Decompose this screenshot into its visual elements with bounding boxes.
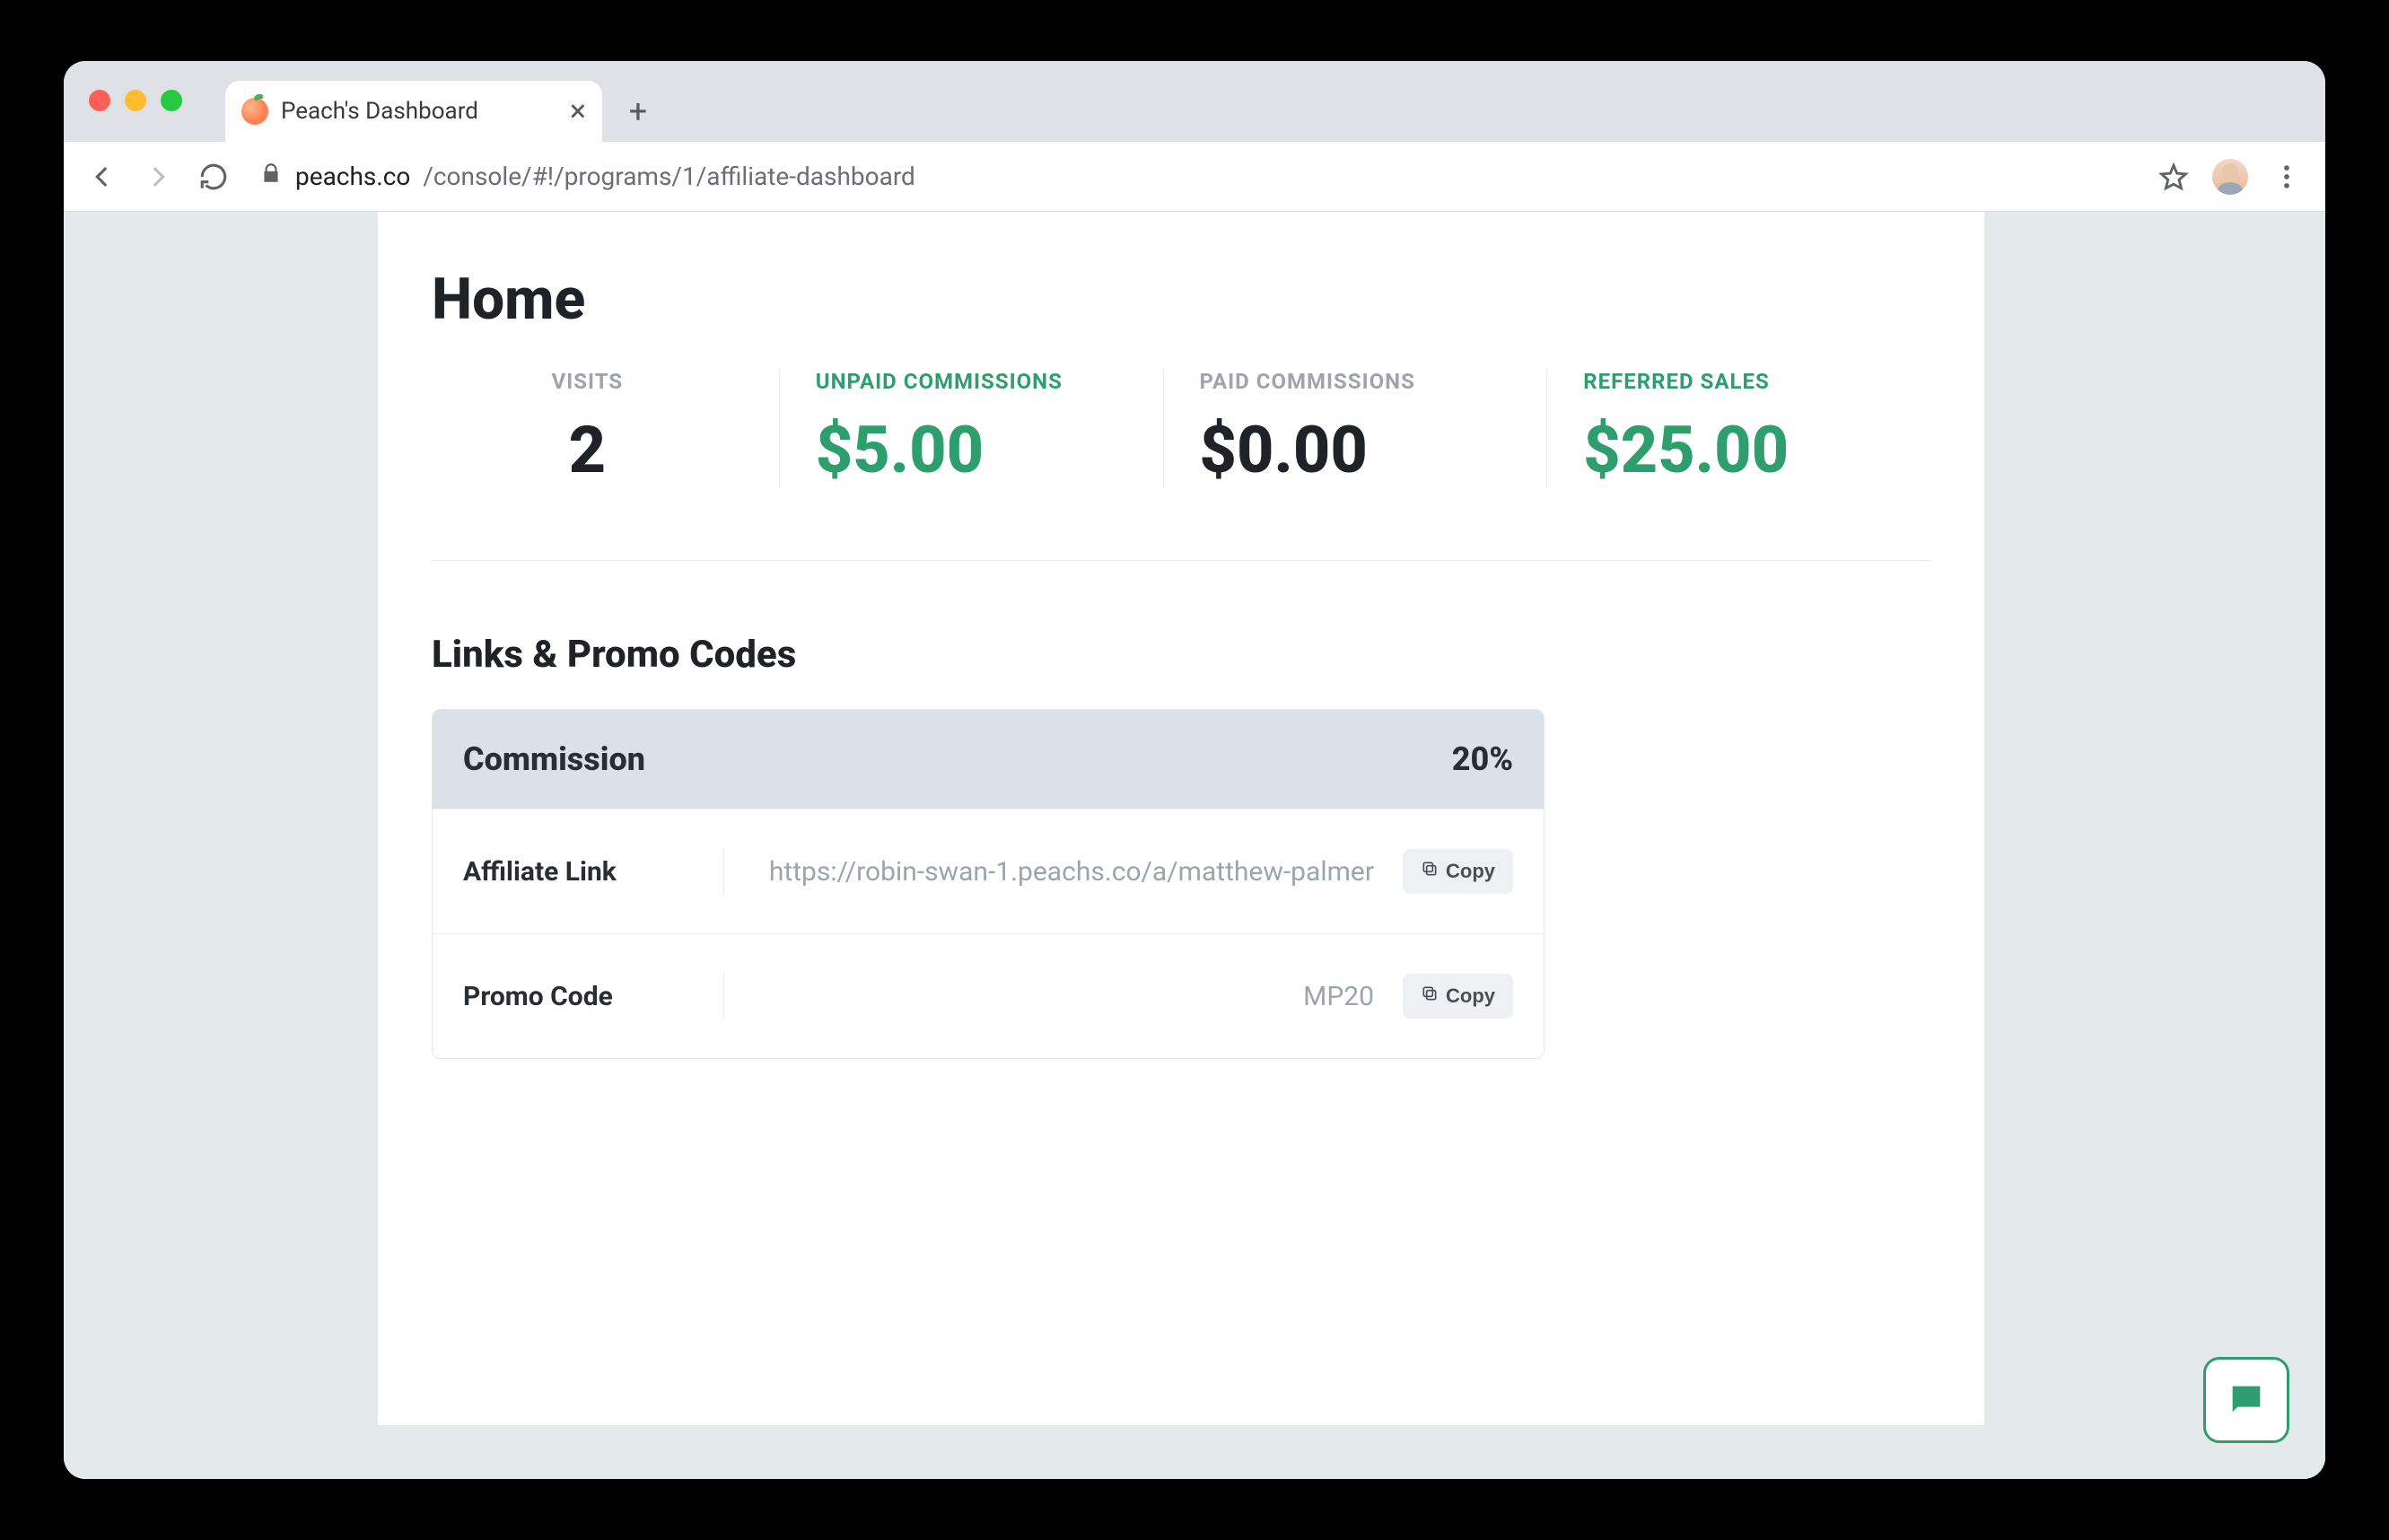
reload-button[interactable] <box>197 160 231 194</box>
copy-icon <box>1421 860 1439 883</box>
chat-support-button[interactable] <box>2203 1357 2289 1443</box>
browser-tab[interactable]: Peach's Dashboard × <box>225 81 602 142</box>
close-window-button[interactable] <box>89 90 110 111</box>
divider <box>723 974 724 1019</box>
menu-button[interactable] <box>2270 160 2304 194</box>
stat-value: $25.00 <box>1583 412 1895 488</box>
close-tab-button[interactable]: × <box>570 96 586 127</box>
stat-value: 2 <box>432 412 743 488</box>
back-button[interactable] <box>85 160 119 194</box>
copy-label: Copy <box>1446 860 1495 883</box>
commission-card: Commission 20% Affiliate Link https://ro… <box>432 709 1545 1059</box>
profile-avatar[interactable] <box>2212 159 2248 195</box>
forward-button[interactable] <box>141 160 175 194</box>
commission-label: Commission <box>463 740 645 778</box>
copy-affiliate-link-button[interactable]: Copy <box>1403 849 1513 894</box>
commission-value: 20% <box>1452 740 1513 778</box>
stat-label: REFERRED SALES <box>1583 369 1895 394</box>
chat-icon <box>2226 1379 2267 1421</box>
tab-title: Peach's Dashboard <box>281 98 557 125</box>
minimize-window-button[interactable] <box>125 90 146 111</box>
bookmark-button[interactable] <box>2157 160 2191 194</box>
stat-label: VISITS <box>432 369 743 394</box>
browser-window: Peach's Dashboard × + peachs.co/console/… <box>64 61 2325 1479</box>
stat-value: $5.00 <box>816 412 1127 488</box>
maximize-window-button[interactable] <box>161 90 182 111</box>
stat-label: PAID COMMISSIONS <box>1200 369 1511 394</box>
address-bar[interactable]: peachs.co/console/#!/programs/1/affiliat… <box>252 152 2135 202</box>
lock-icon <box>259 162 283 191</box>
affiliate-link-row: Affiliate Link https://robin-swan-1.peac… <box>433 809 1544 933</box>
new-tab-button[interactable]: + <box>611 84 665 138</box>
stat-paid-commissions: PAID COMMISSIONS $0.00 <box>1164 369 1548 488</box>
stat-unpaid-commissions: UNPAID COMMISSIONS $5.00 <box>780 369 1164 488</box>
titlebar: Peach's Dashboard × + <box>64 61 2325 142</box>
promo-code-row: Promo Code MP20 Copy <box>433 933 1544 1058</box>
url-path: /console/#!/programs/1/affiliate-dashboa… <box>423 162 915 191</box>
divider <box>723 849 724 894</box>
address-bar-row: peachs.co/console/#!/programs/1/affiliat… <box>64 142 2325 212</box>
links-section-title: Links & Promo Codes <box>432 633 1930 677</box>
stat-visits: VISITS 2 <box>432 369 780 488</box>
content-card: Home VISITS 2 UNPAID COMMISSIONS $5.00 P… <box>378 212 1984 1425</box>
copy-icon <box>1421 984 1439 1008</box>
stat-label: UNPAID COMMISSIONS <box>816 369 1127 394</box>
viewport: Home VISITS 2 UNPAID COMMISSIONS $5.00 P… <box>64 212 2325 1479</box>
url-host: peachs.co <box>295 162 410 191</box>
peach-icon <box>241 98 268 125</box>
page-title: Home <box>432 266 1930 333</box>
affiliate-link-label: Affiliate Link <box>463 856 705 888</box>
affiliate-link-value: https://robin-swan-1.peachs.co/a/matthew… <box>742 856 1385 888</box>
stats-row: VISITS 2 UNPAID COMMISSIONS $5.00 PAID C… <box>432 369 1930 561</box>
copy-label: Copy <box>1446 984 1495 1008</box>
copy-promo-code-button[interactable]: Copy <box>1403 974 1513 1019</box>
promo-code-label: Promo Code <box>463 981 705 1012</box>
stat-value: $0.00 <box>1200 412 1511 488</box>
stat-referred-sales: REFERRED SALES $25.00 <box>1547 369 1930 488</box>
window-controls <box>89 90 182 111</box>
promo-code-value: MP20 <box>742 981 1385 1012</box>
card-header: Commission 20% <box>433 710 1544 809</box>
